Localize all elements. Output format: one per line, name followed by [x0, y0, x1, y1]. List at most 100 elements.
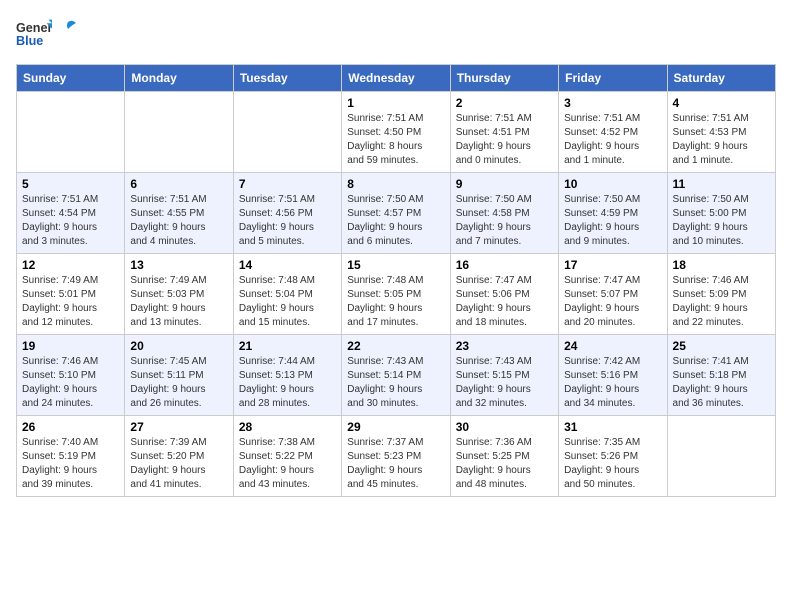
day-number: 4: [673, 96, 770, 110]
header-monday: Monday: [125, 65, 233, 92]
day-number: 3: [564, 96, 661, 110]
calendar-cell: [667, 416, 775, 497]
calendar-cell: 7 Sunrise: 7:51 AM Sunset: 4:56 PM Daylig…: [233, 173, 341, 254]
day-number: 24: [564, 339, 661, 353]
day-number: 8: [347, 177, 444, 191]
day-info: Sunrise: 7:41 AM Sunset: 5:18 PM Dayligh…: [673, 355, 770, 411]
calendar-table: SundayMondayTuesdayWednesdayThursdayFrid…: [16, 64, 776, 497]
logo-bird-icon: [58, 19, 78, 39]
day-info: Sunrise: 7:50 AM Sunset: 4:57 PM Dayligh…: [347, 193, 444, 249]
day-number: 15: [347, 258, 444, 272]
calendar-header: SundayMondayTuesdayWednesdayThursdayFrid…: [17, 65, 776, 92]
day-number: 30: [456, 420, 553, 434]
day-info: Sunrise: 7:43 AM Sunset: 5:14 PM Dayligh…: [347, 355, 444, 411]
calendar-cell: 19Sunrise: 7:46 AM Sunset: 5:10 PM Dayli…: [17, 335, 125, 416]
day-number: 28: [239, 420, 336, 434]
calendar-cell: 9Sunrise: 7:50 AM Sunset: 4:58 PM Daylig…: [450, 173, 558, 254]
day-info: Sunrise: 7:40 AM Sunset: 5:19 PM Dayligh…: [22, 436, 119, 492]
day-number: 19: [22, 339, 119, 353]
header-wednesday: Wednesday: [342, 65, 450, 92]
day-info: Sunrise: 7:51 AM Sunset: 4:53 PM Dayligh…: [673, 112, 770, 168]
calendar-cell: [17, 92, 125, 173]
day-number: 27: [130, 420, 227, 434]
day-info: Sunrise: 7:51 AM Sunset: 4:52 PM Dayligh…: [564, 112, 661, 168]
day-number: 18: [673, 258, 770, 272]
day-number: 6: [130, 177, 227, 191]
day-number: 9: [456, 177, 553, 191]
calendar-cell: 20Sunrise: 7:45 AM Sunset: 5:11 PM Dayli…: [125, 335, 233, 416]
day-info: Sunrise: 7:47 AM Sunset: 5:07 PM Dayligh…: [564, 274, 661, 330]
day-number: 14: [239, 258, 336, 272]
calendar-cell: 11Sunrise: 7:50 AM Sunset: 5:00 PM Dayli…: [667, 173, 775, 254]
calendar-cell: 15 Sunrise: 7:48 AM Sunset: 5:05 PM Dayli…: [342, 254, 450, 335]
logo: General Blue: [16, 16, 78, 52]
day-info: Sunrise: 7:51 AM Sunset: 4:56 PM Dayligh…: [239, 193, 336, 249]
header-tuesday: Tuesday: [233, 65, 341, 92]
calendar-cell: 1 Sunrise: 7:51 AM Sunset: 4:50 PM Daylig…: [342, 92, 450, 173]
calendar-cell: 17 Sunrise: 7:47 AM Sunset: 5:07 PM Dayli…: [559, 254, 667, 335]
day-info: Sunrise: 7:50 AM Sunset: 4:59 PM Dayligh…: [564, 193, 661, 249]
day-number: 5: [22, 177, 119, 191]
calendar-cell: 12 Sunrise: 7:49 AM Sunset: 5:01 PM Dayli…: [17, 254, 125, 335]
day-number: 1: [347, 96, 444, 110]
day-number: 12: [22, 258, 119, 272]
calendar-cell: 26 Sunrise: 7:40 AM Sunset: 5:19 PM Dayli…: [17, 416, 125, 497]
day-number: 17: [564, 258, 661, 272]
calendar-cell: 10Sunrise: 7:50 AM Sunset: 4:59 PM Dayli…: [559, 173, 667, 254]
day-info: Sunrise: 7:49 AM Sunset: 5:03 PM Dayligh…: [130, 274, 227, 330]
calendar-cell: 31 Sunrise: 7:35 AM Sunset: 5:26 PM Dayli…: [559, 416, 667, 497]
calendar-cell: 30 Sunrise: 7:36 AM Sunset: 5:25 PM Dayli…: [450, 416, 558, 497]
day-info: Sunrise: 7:49 AM Sunset: 5:01 PM Dayligh…: [22, 274, 119, 330]
day-number: 31: [564, 420, 661, 434]
header-row: SundayMondayTuesdayWednesdayThursdayFrid…: [17, 65, 776, 92]
calendar-cell: 18 Sunrise: 7:46 AM Sunset: 5:09 PM Dayli…: [667, 254, 775, 335]
day-number: 25: [673, 339, 770, 353]
logo-icon: General Blue: [16, 16, 52, 52]
day-number: 20: [130, 339, 227, 353]
calendar-cell: 23 Sunrise: 7:43 AM Sunset: 5:15 PM Dayli…: [450, 335, 558, 416]
day-info: Sunrise: 7:51 AM Sunset: 4:50 PM Dayligh…: [347, 112, 444, 168]
day-info: Sunrise: 7:47 AM Sunset: 5:06 PM Dayligh…: [456, 274, 553, 330]
page-header: General Blue: [16, 16, 776, 52]
calendar-cell: 6 Sunrise: 7:51 AM Sunset: 4:55 PM Daylig…: [125, 173, 233, 254]
day-info: Sunrise: 7:48 AM Sunset: 5:05 PM Dayligh…: [347, 274, 444, 330]
day-number: 13: [130, 258, 227, 272]
calendar-cell: 21Sunrise: 7:44 AM Sunset: 5:13 PM Dayli…: [233, 335, 341, 416]
day-info: Sunrise: 7:38 AM Sunset: 5:22 PM Dayligh…: [239, 436, 336, 492]
calendar-cell: 14 Sunrise: 7:48 AM Sunset: 5:04 PM Dayli…: [233, 254, 341, 335]
day-info: Sunrise: 7:42 AM Sunset: 5:16 PM Dayligh…: [564, 355, 661, 411]
calendar-cell: 22 Sunrise: 7:43 AM Sunset: 5:14 PM Dayli…: [342, 335, 450, 416]
calendar-cell: 27 Sunrise: 7:39 AM Sunset: 5:20 PM Dayli…: [125, 416, 233, 497]
calendar-cell: 2Sunrise: 7:51 AM Sunset: 4:51 PM Daylig…: [450, 92, 558, 173]
day-info: Sunrise: 7:36 AM Sunset: 5:25 PM Dayligh…: [456, 436, 553, 492]
header-sunday: Sunday: [17, 65, 125, 92]
calendar-cell: 28 Sunrise: 7:38 AM Sunset: 5:22 PM Dayli…: [233, 416, 341, 497]
calendar-body: 1 Sunrise: 7:51 AM Sunset: 4:50 PM Daylig…: [17, 92, 776, 497]
day-number: 23: [456, 339, 553, 353]
day-number: 29: [347, 420, 444, 434]
day-info: Sunrise: 7:48 AM Sunset: 5:04 PM Dayligh…: [239, 274, 336, 330]
calendar-cell: 3 Sunrise: 7:51 AM Sunset: 4:52 PM Daylig…: [559, 92, 667, 173]
day-number: 22: [347, 339, 444, 353]
day-info: Sunrise: 7:37 AM Sunset: 5:23 PM Dayligh…: [347, 436, 444, 492]
day-number: 2: [456, 96, 553, 110]
calendar-cell: 8 Sunrise: 7:50 AM Sunset: 4:57 PM Daylig…: [342, 173, 450, 254]
day-info: Sunrise: 7:46 AM Sunset: 5:09 PM Dayligh…: [673, 274, 770, 330]
calendar-cell: 29 Sunrise: 7:37 AM Sunset: 5:23 PM Dayli…: [342, 416, 450, 497]
week-row-2: 12 Sunrise: 7:49 AM Sunset: 5:01 PM Dayli…: [17, 254, 776, 335]
day-info: Sunrise: 7:35 AM Sunset: 5:26 PM Dayligh…: [564, 436, 661, 492]
day-info: Sunrise: 7:50 AM Sunset: 5:00 PM Dayligh…: [673, 193, 770, 249]
week-row-4: 26 Sunrise: 7:40 AM Sunset: 5:19 PM Dayli…: [17, 416, 776, 497]
calendar-cell: 16Sunrise: 7:47 AM Sunset: 5:06 PM Dayli…: [450, 254, 558, 335]
header-saturday: Saturday: [667, 65, 775, 92]
calendar-cell: 24 Sunrise: 7:42 AM Sunset: 5:16 PM Dayli…: [559, 335, 667, 416]
day-number: 21: [239, 339, 336, 353]
day-number: 7: [239, 177, 336, 191]
day-info: Sunrise: 7:39 AM Sunset: 5:20 PM Dayligh…: [130, 436, 227, 492]
day-info: Sunrise: 7:51 AM Sunset: 4:55 PM Dayligh…: [130, 193, 227, 249]
calendar-cell: [233, 92, 341, 173]
calendar-cell: 4 Sunrise: 7:51 AM Sunset: 4:53 PM Daylig…: [667, 92, 775, 173]
header-thursday: Thursday: [450, 65, 558, 92]
day-number: 26: [22, 420, 119, 434]
day-info: Sunrise: 7:43 AM Sunset: 5:15 PM Dayligh…: [456, 355, 553, 411]
